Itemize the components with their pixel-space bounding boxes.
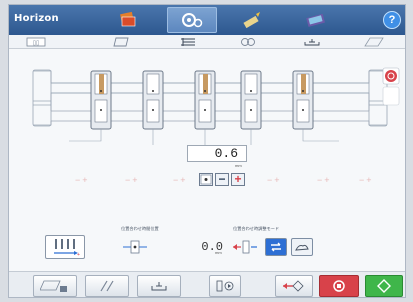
sheet-print-button[interactable]: [33, 275, 77, 297]
subtab-sheet-angled[interactable]: [361, 36, 387, 48]
emergency-stop-icon[interactable]: [382, 67, 400, 85]
svg-text:▯▯: ▯▯: [33, 41, 40, 47]
minus-button[interactable]: −: [215, 173, 229, 186]
start-button[interactable]: [365, 275, 403, 297]
jog-icon: [283, 280, 304, 292]
gap-unit: mm: [235, 163, 242, 168]
slash-lines-icon: [100, 280, 114, 292]
channel-adjust-6[interactable]: −+: [359, 175, 374, 185]
position-slider-icon: [121, 238, 149, 256]
channel-adjust-1[interactable]: −+: [75, 175, 90, 185]
roller-unit: [194, 70, 216, 130]
roller-unit: [240, 70, 262, 130]
book-stack-icon: [120, 11, 136, 27]
manual-mode-button[interactable]: [291, 238, 313, 256]
cycle-icon: [271, 242, 281, 252]
screen: Horizon ? ▯▯ 0.6 mm − + −+ −+ −+ −+ −+ −…: [8, 4, 406, 298]
roller-unit: [142, 70, 164, 130]
tab-edit[interactable]: [227, 7, 277, 33]
tab-book-stack[interactable]: [103, 7, 153, 33]
roller-diagram: [32, 67, 400, 145]
channel-adjust-3[interactable]: −+: [173, 175, 188, 185]
booklet-icon: [306, 13, 325, 27]
sub-tabs: ▯▯: [9, 35, 405, 49]
start-diamond-icon: [377, 279, 391, 293]
sheet-outline-icon: [113, 37, 129, 47]
tray-button[interactable]: [137, 275, 181, 297]
roller-unit: [90, 70, 112, 130]
plus-button[interactable]: +: [231, 173, 245, 186]
tray-icon: [304, 39, 320, 46]
jog-button[interactable]: [275, 275, 313, 297]
auto-mode-button[interactable]: [265, 238, 287, 256]
position-unit: mm: [215, 250, 222, 255]
sheet-angled-icon: [364, 37, 384, 47]
gap-readout: 0.6: [187, 145, 247, 162]
bottom-toolbar: [9, 271, 405, 297]
step-lines-icon: [181, 38, 195, 46]
double-circle-icon: [241, 38, 255, 46]
subtab-double-circle[interactable]: [235, 36, 261, 48]
subtab-sheet[interactable]: [109, 36, 135, 48]
mode-label: 位置合わせ時調整モード: [233, 226, 280, 231]
position-readout: 0.0: [201, 240, 223, 254]
tray-icon: [151, 282, 167, 291]
gear-roller-icon: [182, 13, 203, 28]
feed-direction-icon: +: [54, 239, 80, 257]
pencil-icon: [243, 12, 260, 29]
feed-direction-button[interactable]: +: [45, 235, 85, 259]
top-navigation: Horizon ?: [9, 5, 405, 35]
slash-lines-button[interactable]: [85, 275, 129, 297]
brand-logo: Horizon: [14, 13, 59, 24]
tab-booklet[interactable]: [291, 7, 341, 33]
tab-settings[interactable]: [167, 7, 217, 33]
hand-icon: [295, 244, 309, 251]
subtab-roller-settings[interactable]: ▯▯: [23, 36, 49, 48]
feed-test-button[interactable]: [209, 275, 241, 297]
channel-adjust-4[interactable]: −+: [267, 175, 282, 185]
adjust-icon: [199, 173, 213, 186]
stop-icon: [333, 280, 345, 292]
adjust-mode-icon: [231, 238, 259, 256]
channel-adjust-5[interactable]: −+: [317, 175, 332, 185]
subtab-step-lines[interactable]: [175, 36, 201, 48]
roller-settings-icon: ▯▯: [26, 37, 46, 47]
position-label: 位置合わせ時間位置: [121, 226, 159, 231]
stop-button[interactable]: [319, 275, 359, 297]
subtab-tray[interactable]: [299, 36, 325, 48]
help-button[interactable]: ?: [383, 11, 401, 29]
svg-text:+: +: [77, 252, 80, 257]
feed-test-icon: [216, 280, 234, 292]
sheet-print-icon: [40, 280, 67, 292]
roller-unit: [292, 70, 314, 130]
channel-adjust-2[interactable]: −+: [125, 175, 140, 185]
